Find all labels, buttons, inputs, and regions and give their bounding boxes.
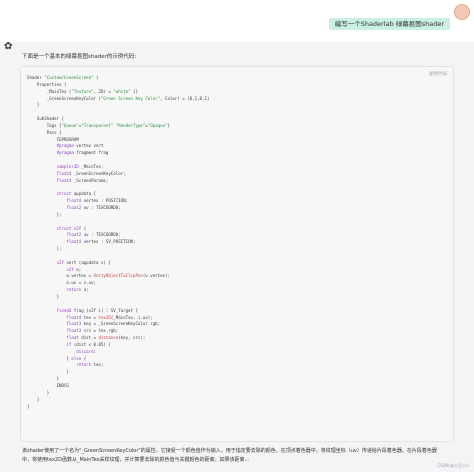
code-line: if (dist < 0.05) { <box>66 341 111 347</box>
code-line: }; <box>27 211 62 217</box>
openai-logo-icon: ✿ <box>4 41 13 52</box>
code-line: } <box>27 376 60 382</box>
code-content: Shader "Custom/GreenScreen" { Properties… <box>27 75 209 410</box>
watermark: CSDN @小丑小人 <box>437 463 470 468</box>
code-line: float3 key = _GreenScreenKeyColor.rgb; <box>66 321 161 327</box>
code-line: #pragma fragment frag <box>56 150 109 156</box>
code-line: CGPROGRAM <box>27 136 79 142</box>
code-line: } <box>27 396 40 402</box>
user-message: 编写一个Shaderlab 绿幕抠图shader <box>328 18 450 30</box>
code-line: float4 tex = tex2D(_MainTex, i.uv); <box>66 314 153 320</box>
code-line: Properties { <box>27 81 67 87</box>
code-line: #pragma vertex vert <box>56 143 104 149</box>
code-line: }; <box>27 246 62 252</box>
code-line: Shader "Custom/GreenScreen" { <box>27 75 99 80</box>
user-avatar[interactable] <box>454 4 470 20</box>
code-line: Pass { <box>27 129 62 135</box>
code-line: } <box>27 369 69 375</box>
code-line: discard; <box>76 348 97 354</box>
code-line: fixed4 frag (v2f i) : SV_Target { <box>56 307 138 313</box>
code-line: SubShader { <box>27 116 64 122</box>
code-line: _MainTex ("Texture", 2D) = "white" {} <box>27 88 138 94</box>
code-line: o.vertex = UnityObjectToClipPos(v.vertex… <box>27 273 170 279</box>
code-line: float4 vertex : SV_POSITION; <box>66 239 136 245</box>
code-line: } <box>27 403 30 409</box>
code-line: v2f vert (appdata v) { <box>56 259 111 265</box>
code-line: } <box>27 102 40 108</box>
code-line: } <box>27 294 60 299</box>
code-line: float2 uv : TEXCOORD0; <box>66 232 121 238</box>
code-line: } <box>27 389 50 395</box>
code-block: 复制代码 Shader "Custom/GreenScreen" { Prope… <box>20 66 454 442</box>
code-line: Tags {"Queue"="Transparent" "RenderType"… <box>27 122 170 128</box>
code-line: v2f o; <box>66 266 82 272</box>
code-line: ENDCG <box>27 382 69 388</box>
code-line: float4 _GreenScreenKeyColor; <box>56 170 126 176</box>
code-line: float4 _ScreenParams; <box>56 177 109 183</box>
code-line: sampler2D _MainTex; <box>56 163 104 169</box>
code-line: } else { <box>27 355 87 361</box>
code-line: o.uv = v.uv; <box>27 280 97 286</box>
code-line: struct appdata { <box>56 191 97 197</box>
code-line: float3 src = tex.rgb; <box>66 328 119 334</box>
code-line: float2 uv : TEXCOORD0; <box>66 205 121 211</box>
code-line: float dist = distance(key, src); <box>66 335 146 341</box>
copy-code-button[interactable]: 复制代码 <box>429 71 447 77</box>
code-line: float4 vertex : POSITION; <box>66 198 129 204</box>
code-line: return tex; <box>76 362 104 368</box>
answer-intro: 下面是一个基本的绿幕抠图shader的示例代码: <box>22 54 137 60</box>
answer-outro: 该shader使用了一个名为"_GreenScreenKeyColor"的属性，… <box>22 448 437 463</box>
code-line: return o; <box>66 287 89 293</box>
code-line: _GreenScreenKeyColor ("Green Screen Key … <box>27 95 210 101</box>
code-line: struct v2f { <box>56 225 87 231</box>
